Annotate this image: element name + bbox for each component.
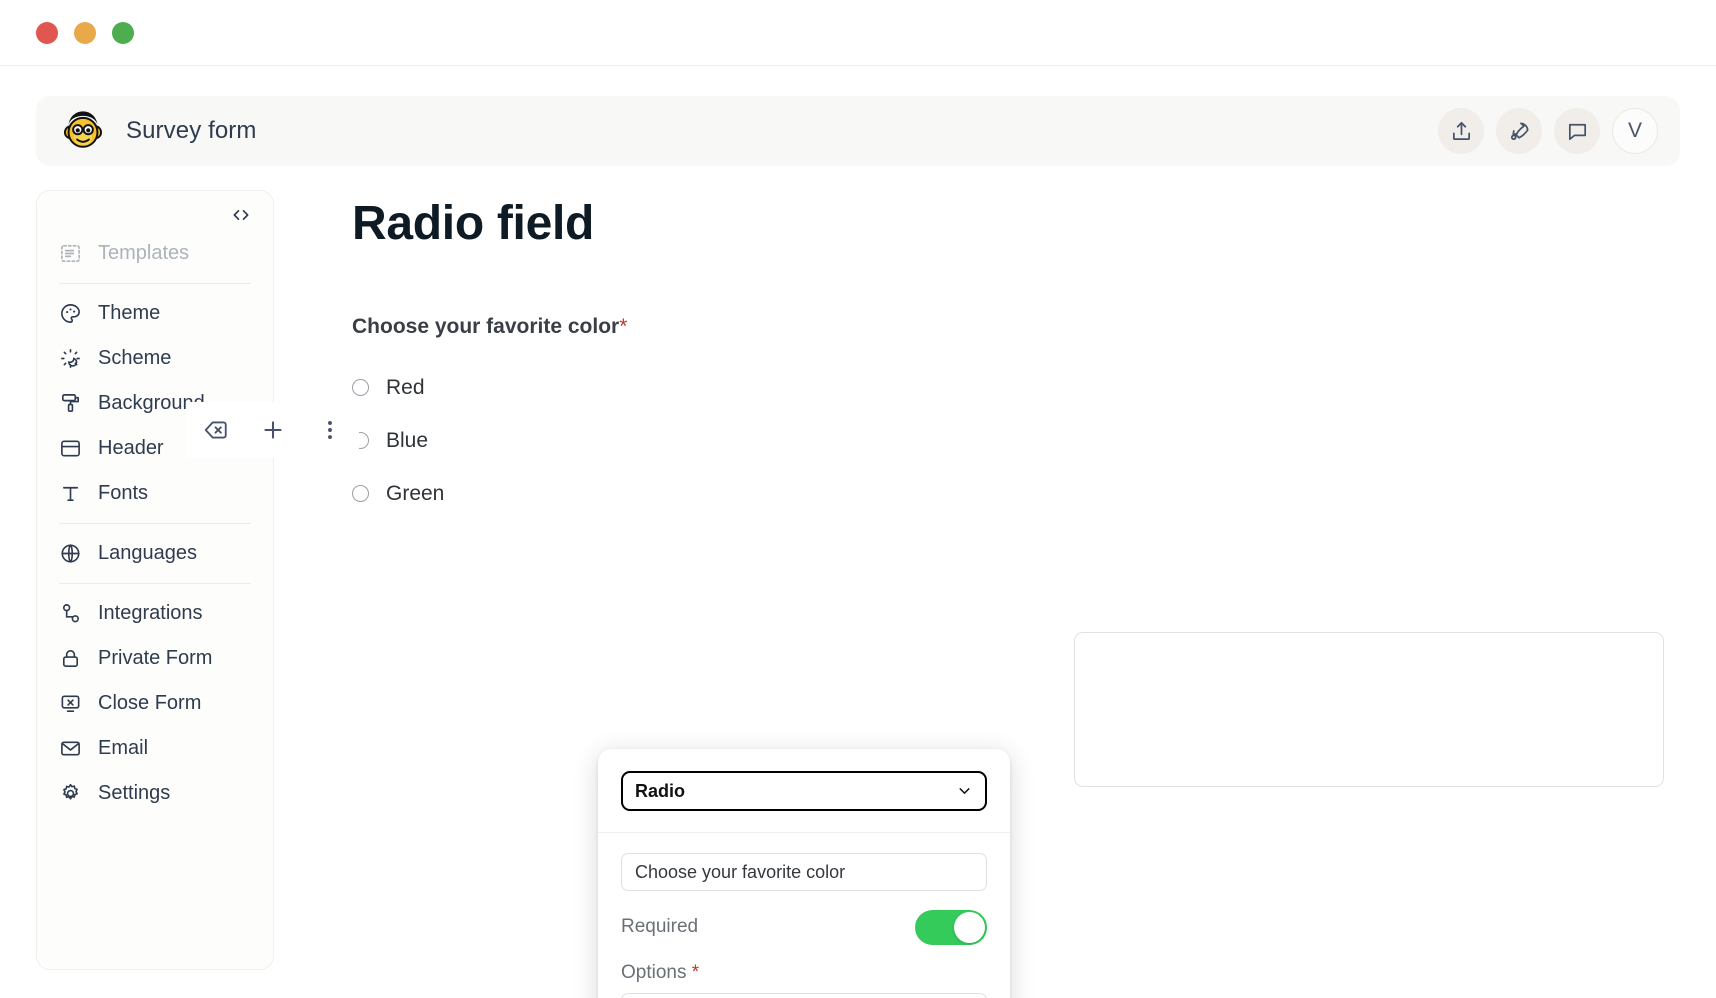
share-upload-icon <box>1452 121 1470 140</box>
code-brackets-icon <box>233 210 249 220</box>
plus-icon <box>264 421 282 439</box>
palette-icon <box>59 302 82 325</box>
field-settings-body: Required Options * <box>598 833 1010 998</box>
radio-option-label: Blue <box>386 428 429 452</box>
sidebar-item-label: Theme <box>98 302 161 324</box>
text-type-icon <box>59 482 82 505</box>
question-label-text: Choose your favorite color <box>352 315 620 338</box>
options-input[interactable] <box>621 993 987 998</box>
close-form-icon <box>59 692 82 715</box>
radio-option-label: Red <box>386 375 425 399</box>
sidebar-item-email[interactable]: Email <box>37 726 273 771</box>
field-type-select[interactable]: Radio <box>621 771 987 811</box>
sidebar-item-label: Close Form <box>98 692 202 714</box>
radio-option-label: Green <box>386 481 445 505</box>
sidebar-item-private-form[interactable]: Private Form <box>37 636 273 681</box>
add-block-button[interactable] <box>256 413 290 447</box>
user-avatar[interactable]: V <box>1612 108 1658 154</box>
sidebar-item-theme[interactable]: Theme <box>37 291 273 336</box>
sidebar-item-label: Header <box>98 437 164 459</box>
window-maximize-button[interactable] <box>112 21 134 44</box>
sidebar-item-label: Templates <box>98 242 190 264</box>
required-setting-label: Required <box>621 916 699 937</box>
sidebar-item-label: Private Form <box>98 647 213 669</box>
delete-block-button[interactable] <box>199 413 233 447</box>
sidebar-item-label: Scheme <box>98 347 172 369</box>
radio-circle-icon[interactable] <box>352 485 369 502</box>
window-chrome <box>0 0 1716 66</box>
required-setting-row: Required <box>621 909 987 945</box>
integrations-icon <box>59 602 82 625</box>
form-name-title: Survey form <box>126 117 257 144</box>
window-close-button[interactable] <box>36 21 58 44</box>
sidebar-item-label: Integrations <box>98 602 203 624</box>
sidebar-item-label: Settings <box>98 782 171 804</box>
sidebar-item-languages[interactable]: Languages <box>37 531 273 576</box>
radio-group: Red Blue Green <box>352 361 1680 520</box>
sidebar-item-fonts[interactable]: Fonts <box>37 471 273 516</box>
sidebar-item-templates[interactable]: Templates <box>37 231 273 276</box>
sidebar-divider <box>59 283 251 284</box>
rocket-icon <box>1510 121 1529 140</box>
globe-icon <box>59 542 82 565</box>
radio-option[interactable]: Blue <box>352 414 1680 467</box>
radio-option[interactable]: Red <box>352 361 1680 414</box>
comments-button[interactable] <box>1554 108 1600 154</box>
toggle-knob <box>954 911 985 943</box>
options-setting-label: Options * <box>621 962 987 984</box>
code-view-toggle[interactable] <box>37 205 273 231</box>
sidebar-item-label: Email <box>98 737 149 759</box>
monkey-face-logo <box>63 111 103 148</box>
question-label: Choose your favorite color* <box>352 315 1680 339</box>
options-required-asterisk: * <box>691 962 700 983</box>
field-type-select-wrap: Radio <box>621 771 987 811</box>
block-toolbar <box>187 402 359 458</box>
sidebar-item-scheme[interactable]: Scheme <box>37 336 273 381</box>
app-header: Survey form V <box>36 96 1680 166</box>
field-type-section: Radio <box>598 749 1010 833</box>
radio-option[interactable]: Green <box>352 467 1680 520</box>
sidebar-item-label: Languages <box>98 542 197 564</box>
required-asterisk: * <box>619 315 628 338</box>
envelope-icon <box>59 737 82 760</box>
header-layout-icon <box>59 437 82 460</box>
window-minimize-button[interactable] <box>74 21 96 44</box>
sidebar-item-integrations[interactable]: Integrations <box>37 591 273 636</box>
radio-circle-icon[interactable] <box>352 379 369 396</box>
form-canvas: Radio field Choose your favorite color* … <box>274 190 1680 998</box>
brand: Survey form <box>62 110 256 152</box>
backspace-delete-icon <box>204 421 227 439</box>
sidebar-item-close-form[interactable]: Close Form <box>37 681 273 726</box>
answer-textarea[interactable] <box>1074 632 1664 787</box>
templates-icon <box>59 242 82 265</box>
page-title: Radio field <box>352 197 595 250</box>
chat-bubble-icon <box>1568 123 1586 140</box>
paint-roller-icon <box>59 392 82 415</box>
options-label-text: Options <box>621 962 687 983</box>
sun-moon-icon <box>59 347 82 370</box>
sidebar-item-settings[interactable]: Settings <box>37 771 273 816</box>
block-options-button[interactable] <box>313 413 347 447</box>
header-actions: V <box>1438 108 1658 154</box>
sidebar-divider <box>59 523 251 524</box>
sidebar: Templates Theme Scheme Background Header… <box>36 190 274 970</box>
field-settings-popup: Radio Required <box>598 749 1010 998</box>
required-toggle[interactable] <box>915 909 987 945</box>
lock-icon <box>59 647 82 670</box>
field-label-input[interactable] <box>621 853 987 891</box>
app-root: Survey form V Templates Theme Scheme Bac… <box>0 66 1716 998</box>
more-vertical-icon <box>328 421 333 439</box>
sidebar-item-label: Fonts <box>98 482 149 504</box>
workspace: Templates Theme Scheme Background Header… <box>36 190 1680 998</box>
sidebar-divider <box>59 583 251 584</box>
publish-button[interactable] <box>1496 108 1542 154</box>
gear-icon <box>59 782 82 805</box>
share-button[interactable] <box>1438 108 1484 154</box>
